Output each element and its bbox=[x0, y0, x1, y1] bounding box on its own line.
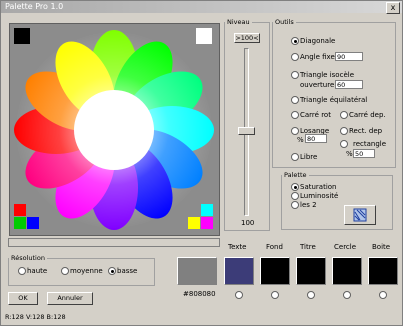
outils-legend: Outils bbox=[275, 18, 294, 26]
rectangle-percent-label: % bbox=[346, 150, 353, 158]
color-flower[interactable] bbox=[10, 24, 219, 235]
triangle-equilateral-radio[interactable] bbox=[291, 96, 299, 104]
status-bar: R:128 V:128 B:128 bbox=[5, 313, 66, 321]
swatch-radio-0[interactable] bbox=[235, 291, 243, 299]
rectangle-label: rectangle bbox=[353, 140, 387, 148]
triangle-isocele-label: Triangle isocèle bbox=[300, 71, 354, 79]
luminosite-label: Luminosité bbox=[300, 192, 339, 200]
palette-legend: Palette bbox=[284, 171, 307, 179]
swatch-boite[interactable] bbox=[368, 257, 398, 285]
losange-input[interactable]: 80 bbox=[305, 134, 327, 143]
moyenne-radio[interactable] bbox=[61, 267, 69, 275]
palette-image-button[interactable] bbox=[344, 205, 376, 225]
rect-dep-label: Rect. dep bbox=[349, 127, 383, 135]
niveau-max-button[interactable]: >100< bbox=[234, 33, 260, 43]
swatch-texte[interactable] bbox=[224, 257, 254, 285]
diagonale-label: Diagonale bbox=[300, 37, 336, 45]
swatch-titre[interactable] bbox=[296, 257, 326, 285]
angle-fixe-label: Angle fixe bbox=[300, 53, 335, 61]
palette-group: Palette bbox=[281, 171, 393, 230]
swatch-radio-2[interactable] bbox=[307, 291, 315, 299]
rect-dep-radio[interactable] bbox=[340, 127, 348, 135]
swatch-label-2: Titre bbox=[300, 243, 316, 251]
libre-label: Libre bbox=[300, 153, 318, 161]
preview-hex: #808080 bbox=[183, 290, 216, 298]
palette-icon bbox=[353, 208, 367, 222]
carre-rot-label: Carré rot bbox=[300, 111, 331, 119]
niveau-legend: Niveau bbox=[227, 18, 250, 26]
progress-bar bbox=[8, 238, 220, 247]
carre-dep-radio[interactable] bbox=[340, 111, 348, 119]
saturation-label: Saturation bbox=[300, 183, 337, 191]
rectangle-radio[interactable] bbox=[340, 140, 348, 148]
basse-label: basse bbox=[117, 267, 138, 275]
angle-fixe-radio[interactable] bbox=[291, 53, 299, 61]
losange-radio[interactable] bbox=[291, 127, 299, 135]
triangle-isocele-input[interactable]: 60 bbox=[335, 80, 363, 89]
haute-radio[interactable] bbox=[18, 267, 26, 275]
close-button[interactable]: x bbox=[386, 2, 400, 14]
ouverture-label: ouverture bbox=[300, 81, 335, 89]
libre-radio[interactable] bbox=[291, 153, 299, 161]
basse-radio[interactable] bbox=[108, 267, 116, 275]
swatch-cercle[interactable] bbox=[332, 257, 362, 285]
swatch-radio-3[interactable] bbox=[343, 291, 351, 299]
carre-dep-label: Carré dep. bbox=[349, 111, 386, 119]
luminosite-radio[interactable] bbox=[291, 192, 299, 200]
losange-percent-label: % bbox=[297, 136, 304, 144]
swatch-label-0: Texte bbox=[228, 243, 247, 251]
annuler-button[interactable]: Annuler bbox=[47, 292, 93, 305]
color-preview bbox=[177, 257, 217, 285]
color-wheel-canvas[interactable] bbox=[9, 23, 220, 236]
niveau-value-label: 100 bbox=[241, 219, 255, 227]
angle-fixe-input[interactable]: 90 bbox=[335, 52, 363, 61]
rectangle-input[interactable]: 50 bbox=[353, 149, 375, 158]
swatch-label-4: Boite bbox=[372, 243, 391, 251]
niveau-slider-thumb[interactable] bbox=[238, 127, 255, 135]
title-bar[interactable]: Palette Pro 1.0 x bbox=[1, 1, 402, 14]
haute-label: haute bbox=[27, 267, 48, 275]
palette-window: Palette Pro 1.0 x Niveau >100< 100 Outil… bbox=[0, 0, 403, 326]
saturation-radio[interactable] bbox=[291, 183, 299, 191]
triangle-equilateral-label: Triangle équilatéral bbox=[300, 96, 368, 104]
resolution-legend: Résolution bbox=[11, 254, 45, 262]
swatch-label-1: Fond bbox=[266, 243, 283, 251]
triangle-isocele-radio[interactable] bbox=[291, 71, 299, 79]
les2-label: les 2 bbox=[300, 201, 317, 209]
swatch-fond[interactable] bbox=[260, 257, 290, 285]
swatch-label-3: Cercle bbox=[334, 243, 357, 251]
swatch-radio-1[interactable] bbox=[271, 291, 279, 299]
window-title: Palette Pro 1.0 bbox=[5, 2, 64, 11]
ok-button[interactable]: OK bbox=[8, 292, 38, 305]
carre-rot-radio[interactable] bbox=[291, 111, 299, 119]
les2-radio[interactable] bbox=[291, 201, 299, 209]
swatch-radio-4[interactable] bbox=[379, 291, 387, 299]
moyenne-label: moyenne bbox=[70, 267, 103, 275]
diagonale-radio[interactable] bbox=[291, 37, 299, 45]
